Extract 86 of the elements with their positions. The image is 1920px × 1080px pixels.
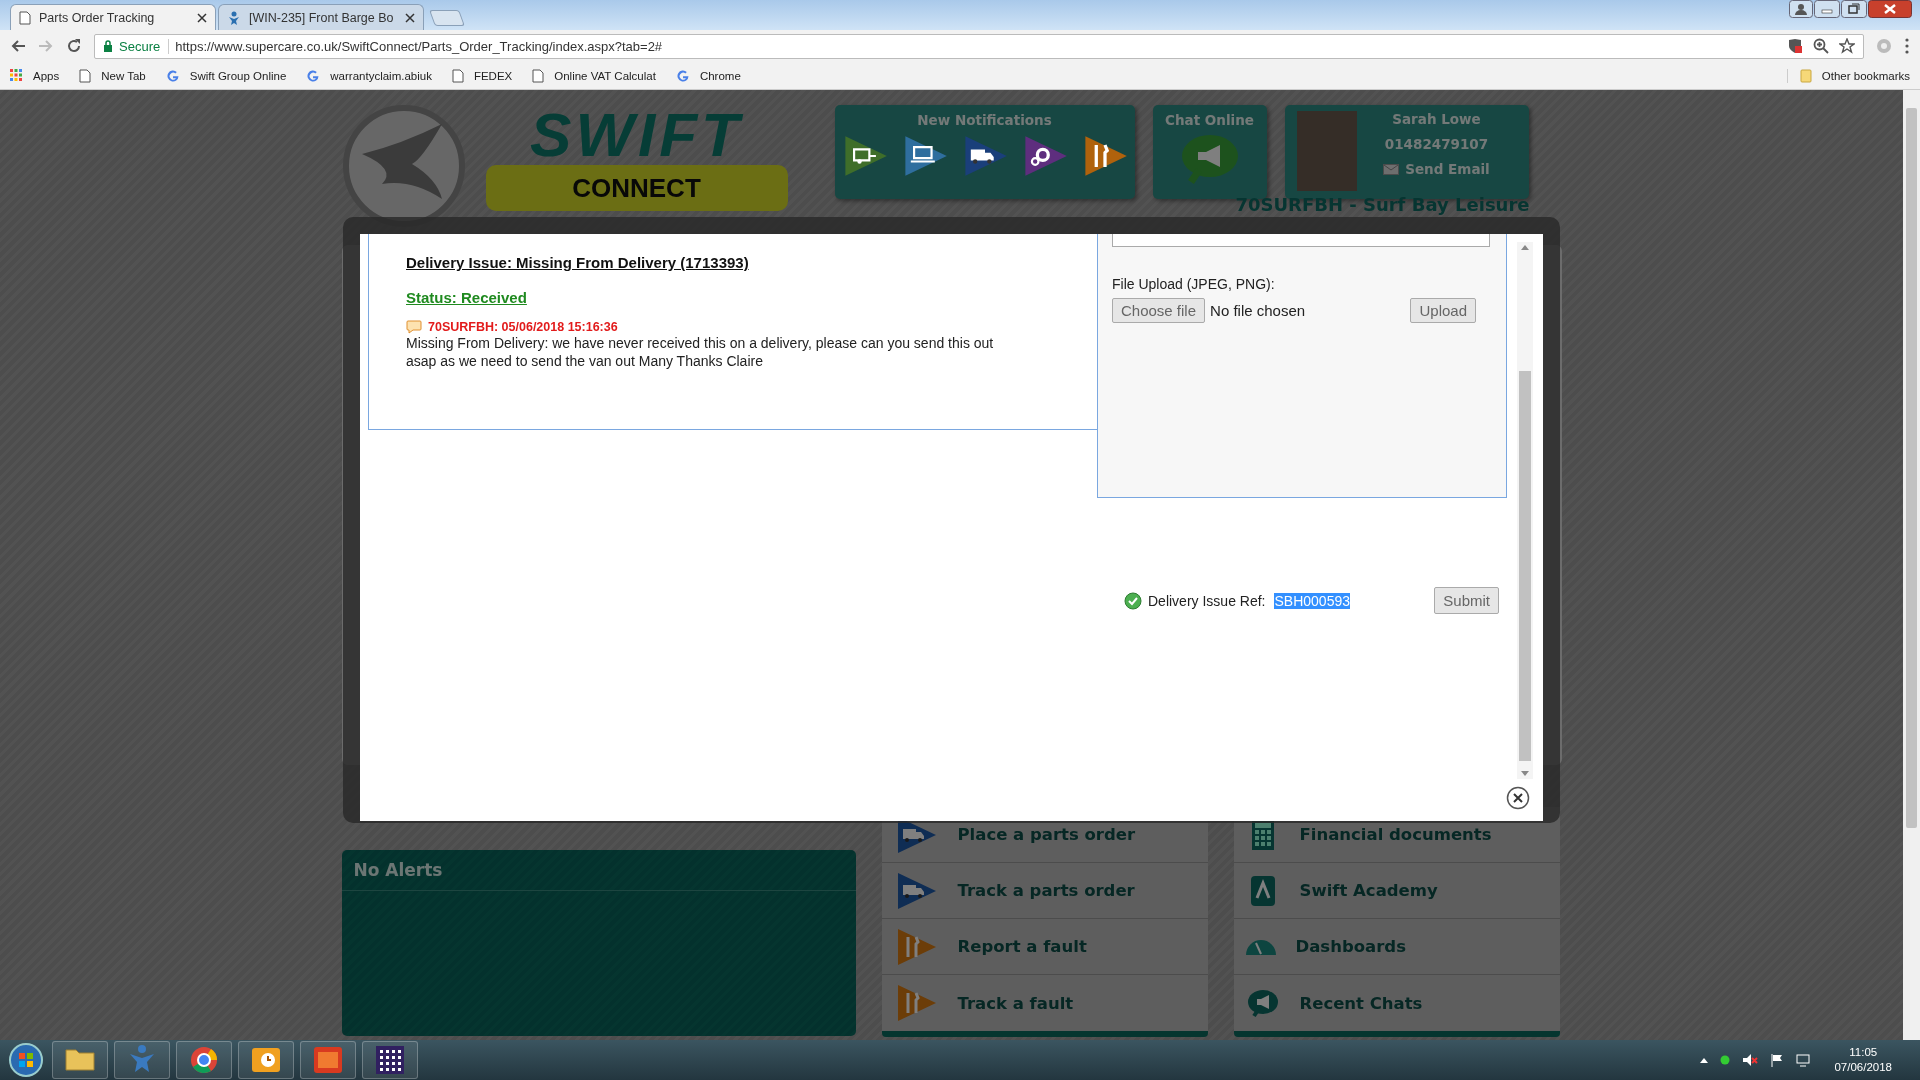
taskbar-button[interactable] <box>238 1041 294 1079</box>
choose-file-button[interactable]: Choose file <box>1112 298 1206 323</box>
panel-title: No Alerts <box>341 850 856 891</box>
secure-label: Secure <box>119 38 170 54</box>
google-icon <box>675 68 690 83</box>
contact-name: Sarah Lowe <box>1392 111 1481 127</box>
taskbar-button[interactable] <box>176 1041 232 1079</box>
status-dot-icon[interactable] <box>1720 1055 1731 1065</box>
menu-item[interactable]: Report a fault <box>881 919 1208 975</box>
restore-icon[interactable] <box>1841 0 1867 18</box>
zoom-icon[interactable] <box>1813 38 1829 54</box>
panel-title: Chat Online <box>1165 111 1254 128</box>
tab-title: [WIN-235] Front Barge Bo <box>249 10 395 25</box>
envelope-icon <box>1383 163 1400 175</box>
scrollbar[interactable] <box>1517 242 1533 779</box>
caret-up-icon[interactable] <box>1700 1057 1709 1063</box>
connect-banner: CONNECT <box>485 165 788 211</box>
address-bar[interactable]: Secure https://www.supercare.co.uk/SwiftConnect/Parts_Order_Tracking/index.aspx?tab=2# <box>94 33 1864 59</box>
bookmark-link[interactable]: New Tab <box>79 68 146 83</box>
start-button-icon[interactable] <box>6 1040 46 1080</box>
menu-item[interactable]: Track a parts order <box>881 863 1208 919</box>
clock-time: 11:05 <box>1848 1045 1879 1060</box>
check-circle-icon <box>1124 591 1142 610</box>
page-icon <box>532 68 545 83</box>
brand-wordmark: SWIFT <box>529 108 744 165</box>
close-icon[interactable] <box>405 12 415 23</box>
folder-icon <box>1799 68 1812 83</box>
contact-phone: 01482479107 <box>1384 136 1489 152</box>
figure-icon <box>227 10 241 25</box>
panel-title: New Notifications <box>916 111 1053 128</box>
google-icon <box>165 68 180 83</box>
menu-item[interactable]: Recent Chats <box>1233 975 1560 1031</box>
submit-button[interactable]: Submit <box>1434 587 1499 614</box>
scrollbar-thumb[interactable] <box>1519 371 1531 761</box>
upload-button[interactable]: Upload <box>1410 298 1476 323</box>
gauge-icon <box>1245 938 1276 955</box>
page-icon <box>79 68 92 83</box>
flag-icon[interactable] <box>1770 1053 1785 1067</box>
bookmark-link[interactable]: Online VAT Calculat <box>532 68 656 83</box>
close-icon[interactable] <box>1506 786 1530 810</box>
close-icon[interactable] <box>1868 0 1912 18</box>
google-icon <box>306 68 321 83</box>
monitor-icon[interactable] <box>1796 1053 1811 1067</box>
reload-icon[interactable] <box>66 38 82 54</box>
page-icon <box>451 68 464 83</box>
taskbar-button[interactable] <box>52 1041 108 1079</box>
url-text: https://www.supercare.co.uk/SwiftConnect/Parts_Order_Tracking/index.aspx?tab=2# <box>175 38 663 54</box>
issue-status: Status: Received <box>406 289 528 306</box>
comment-header: 70SURFBH: 05/06/2018 15:16:36 <box>406 320 1097 334</box>
clock[interactable]: 11:05 07/06/2018 <box>1834 1045 1892 1075</box>
comment-text: Missing From Delivery: we have never received this on a delivery, please can you send this out asap as we need to send the van out Many Thanks Claire <box>406 334 995 370</box>
back-arrow-icon[interactable] <box>10 38 26 54</box>
apps-grid-icon <box>10 69 23 82</box>
close-icon[interactable] <box>197 12 207 23</box>
page-icon <box>19 10 31 25</box>
scrollbar[interactable] <box>1903 90 1920 1040</box>
speech-bubble-icon <box>406 320 422 334</box>
user-icon[interactable] <box>1789 0 1813 18</box>
bookmark-link[interactable]: Apps <box>10 69 60 82</box>
menu-item[interactable]: Swift Academy <box>1233 863 1560 919</box>
bookmark-link[interactable]: Chrome <box>675 68 741 83</box>
issue-title: Delivery Issue: Missing From Delivery (1713393) <box>406 254 750 271</box>
input-field[interactable] <box>1112 234 1490 247</box>
taskbar-button[interactable] <box>362 1041 418 1079</box>
file-name-text: No file chosen <box>1210 302 1306 319</box>
star-icon[interactable] <box>1839 38 1855 54</box>
scroll-up-icon[interactable] <box>1521 244 1529 250</box>
tab-title: Parts Order Tracking <box>39 10 156 25</box>
speaker-muted-icon[interactable] <box>1742 1053 1759 1067</box>
scrollbar-thumb[interactable] <box>1906 108 1917 828</box>
browser-tab[interactable]: Parts Order Tracking <box>10 4 216 30</box>
scroll-down-icon[interactable] <box>1521 771 1529 777</box>
reference-text: Delivery Issue Ref: SBH000593 <box>1124 591 1350 610</box>
minimize-icon[interactable] <box>1814 0 1840 18</box>
upload-label: File Upload (JPEG, PNG): <box>1112 276 1276 292</box>
shield-blocked-icon[interactable] <box>1787 38 1803 54</box>
lock-icon <box>103 40 113 52</box>
bookmark-folder[interactable]: Other bookmarks <box>1786 68 1910 83</box>
menu-icon[interactable] <box>1904 38 1910 54</box>
bookmark-link[interactable]: Swift Group Online <box>165 68 287 83</box>
menu-item[interactable]: Track a fault <box>881 975 1208 1031</box>
bookmark-link[interactable]: warrantyclaim.abiuk <box>306 68 432 83</box>
menu-item[interactable]: Dashboards <box>1233 919 1560 975</box>
browser-tab[interactable]: [WIN-235] Front Barge Bo <box>218 4 424 30</box>
bookmark-link[interactable]: FEDEX <box>451 68 513 83</box>
clock-date: 07/06/2018 <box>1834 1060 1892 1075</box>
